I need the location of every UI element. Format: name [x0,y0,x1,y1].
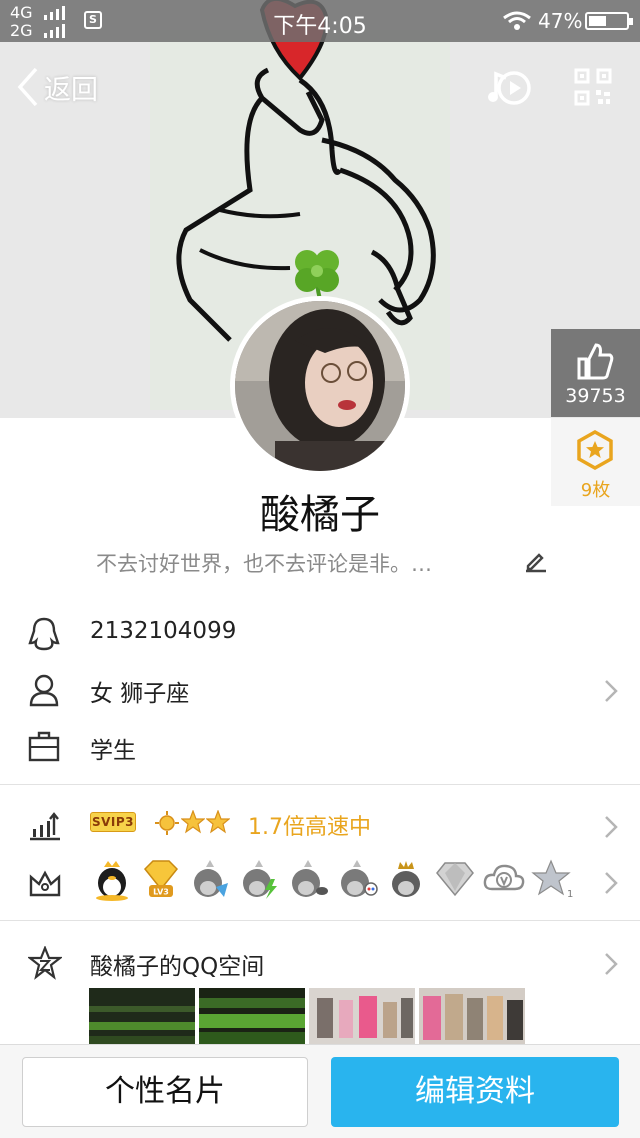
chevron-right-icon [605,680,618,702]
nickname: 酸橘子 [260,492,380,538]
qzone-photo[interactable] [419,988,525,1046]
penguin-lightning-badge-icon[interactable] [237,857,281,901]
penguin-outline-icon [28,617,60,651]
back-button[interactable]: 返回 [16,66,98,108]
signature[interactable]: 不去讨好世界，也不去评论是非。… [96,548,432,578]
badges-row[interactable]: LV3 1 [0,853,640,913]
star-level-icon [206,810,230,834]
qzone-photo[interactable] [199,988,305,1046]
chevron-left-icon [17,67,38,107]
qzone-photos [89,988,525,1046]
back-label: 返回 [44,74,98,106]
penguin-blue-badge-icon[interactable] [188,857,232,901]
qq-number: 2132104099 [90,618,237,644]
speed-text: 1.7倍高速中 [248,815,371,840]
level-chart-icon [30,812,60,841]
bottom-action-bar: 个性名片 编辑资料 [0,1044,640,1138]
chevron-right-icon [605,872,618,894]
gender-zodiac: 女 狮子座 [90,681,190,707]
medal-star-icon [577,430,613,470]
qzone-photo[interactable] [309,988,415,1046]
penguin-crown-badge-icon[interactable] [90,857,134,901]
sun-level-icon [155,811,179,835]
divider [0,920,640,921]
chevron-right-icon [605,816,618,838]
qzone-row[interactable]: 酸橘子的QQ空间 [0,934,640,990]
battery-icon [585,12,633,30]
thumbs-up-icon [577,343,614,380]
star-level-icon [181,810,205,834]
status-bar: 4G 2G S 下午4:05 47% [0,0,640,42]
person-icon [29,674,59,707]
penguin-pink-badge-icon[interactable] [286,857,330,901]
vip-level-row[interactable]: SVIP3 1.7倍高速中 [0,797,640,853]
occupation-row: 学生 [0,718,640,774]
music-play-icon[interactable] [486,66,532,108]
crown-icon [29,870,61,897]
battery-percent: 47% [538,9,583,33]
nav-bar: 返回 [0,42,640,132]
wifi-icon [503,11,531,30]
avatar[interactable] [230,296,410,476]
qzone-title: 酸橘子的QQ空间 [90,954,265,980]
briefcase-icon [28,731,60,762]
cloud-v-badge-icon[interactable] [482,857,526,901]
gray-diamond-badge-icon[interactable] [433,857,477,901]
svg-text:1: 1 [567,889,573,900]
like-button[interactable]: 39753 [551,329,640,417]
personal-card-button[interactable]: 个性名片 [22,1057,308,1127]
gender-zodiac-row[interactable]: 女 狮子座 [0,661,640,717]
qq-number-row: 2132104099 [0,605,640,661]
qr-code-icon[interactable] [574,68,612,106]
penguin-gold-crown-badge-icon[interactable] [384,857,428,901]
qzone-photo[interactable] [89,988,195,1046]
battery-level [589,16,606,26]
edit-profile-button[interactable]: 编辑资料 [331,1057,619,1127]
penguin-game-badge-icon[interactable] [335,857,379,901]
diamond-lv3-badge-icon[interactable]: LV3 [139,857,183,901]
svg-text:LV3: LV3 [153,888,169,897]
avatar-photo [235,301,405,471]
divider [0,784,640,785]
star-1-badge-icon[interactable]: 1 [531,857,575,901]
badge-list: LV3 1 [90,857,575,901]
occupation: 学生 [90,738,136,764]
chevron-right-icon [605,953,618,975]
svip-badge: SVIP3 [90,812,136,832]
pencil-icon[interactable] [524,549,548,573]
like-count: 39753 [565,385,626,407]
qzone-star-icon [28,946,62,980]
